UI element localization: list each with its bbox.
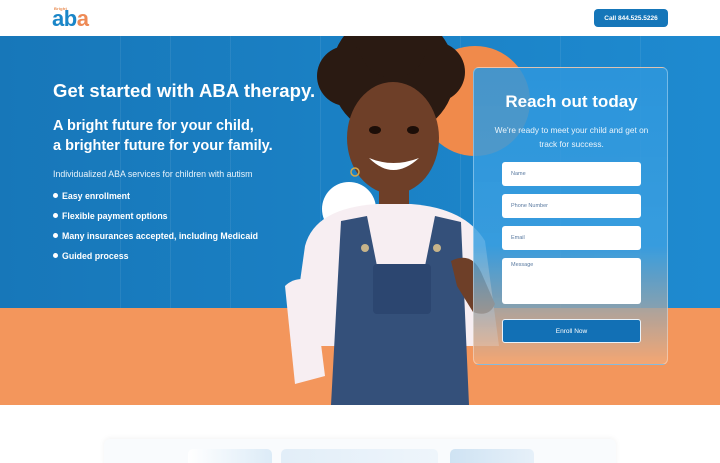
bullet-icon [53, 253, 58, 258]
logo-wordmark: aba [52, 6, 89, 31]
message-textarea[interactable] [502, 258, 641, 304]
contact-form: Reach out today We're ready to meet your… [473, 67, 668, 365]
bullet-icon [53, 213, 58, 218]
bullet-icon [53, 233, 58, 238]
benefit-item: Guided process [53, 249, 258, 269]
call-button[interactable]: Call 844.525.5226 [594, 9, 668, 27]
bullet-icon [53, 193, 58, 198]
benefit-item: Easy enrollment [53, 189, 258, 209]
benefit-item: Many insurances accepted, including Medi… [53, 229, 258, 249]
hero-section: Get started with ABA therapy. A bright f… [0, 36, 720, 405]
hero-subtitle: A bright future for your child, a bright… [53, 116, 313, 156]
phone-input[interactable] [502, 194, 641, 218]
form-subtitle: We're ready to meet your child and get o… [494, 125, 649, 149]
form-title: Reach out today [505, 92, 638, 111]
name-input[interactable] [502, 162, 641, 186]
benefit-item: Flexible payment options [53, 209, 258, 229]
hero-subtitle-line: A bright future for your child, [53, 118, 254, 134]
features-section [0, 405, 720, 463]
hero-subtitle-line: a brighter future for your family. [53, 138, 273, 154]
hero-description: Individualized ABA services for children… [53, 169, 253, 179]
email-input[interactable] [502, 226, 641, 250]
feature-card [450, 449, 534, 463]
benefits-list: Easy enrollment Flexible payment options… [53, 189, 258, 269]
enroll-now-button[interactable]: Enroll Now [502, 319, 641, 343]
feature-card [188, 449, 272, 463]
hero-title: Get started with ABA therapy. [53, 80, 316, 101]
site-header: Bright aba Call 844.525.5226 [0, 0, 720, 36]
logo[interactable]: Bright aba [52, 6, 108, 32]
feature-card [281, 449, 438, 463]
